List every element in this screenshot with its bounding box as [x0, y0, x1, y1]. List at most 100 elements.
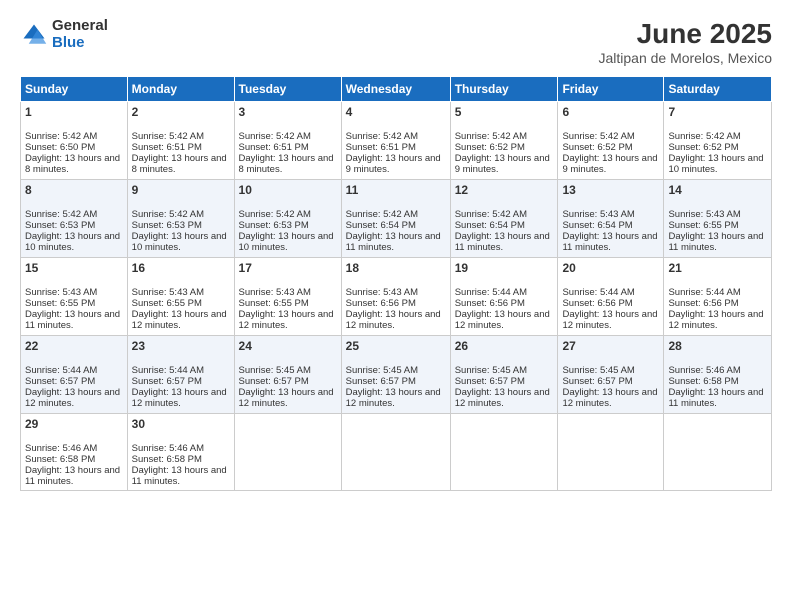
sunrise-text: Sunrise: 5:42 AM [455, 131, 527, 142]
sunset-text: Sunset: 6:53 PM [239, 220, 309, 231]
sunrise-text: Sunrise: 5:44 AM [562, 287, 634, 298]
daylight-text: Daylight: 13 hours and 10 minutes. [239, 231, 334, 253]
table-row: 21Sunrise: 5:44 AMSunset: 6:56 PMDayligh… [664, 258, 772, 336]
sunset-text: Sunset: 6:57 PM [562, 376, 632, 387]
sunset-text: Sunset: 6:53 PM [132, 220, 202, 231]
daylight-text: Daylight: 13 hours and 12 minutes. [562, 387, 657, 409]
sunrise-text: Sunrise: 5:42 AM [132, 209, 204, 220]
day-number: 15 [25, 261, 123, 275]
calendar-row: 1Sunrise: 5:42 AMSunset: 6:50 PMDaylight… [21, 102, 772, 180]
calendar-row: 8Sunrise: 5:42 AMSunset: 6:53 PMDaylight… [21, 180, 772, 258]
sunset-text: Sunset: 6:53 PM [25, 220, 95, 231]
daylight-text: Daylight: 13 hours and 11 minutes. [25, 309, 120, 331]
sunset-text: Sunset: 6:58 PM [668, 376, 738, 387]
daylight-text: Daylight: 13 hours and 8 minutes. [239, 153, 334, 175]
table-row: 11Sunrise: 5:42 AMSunset: 6:54 PMDayligh… [341, 180, 450, 258]
table-row: 10Sunrise: 5:42 AMSunset: 6:53 PMDayligh… [234, 180, 341, 258]
table-row: 28Sunrise: 5:46 AMSunset: 6:58 PMDayligh… [664, 336, 772, 414]
day-number: 2 [132, 105, 230, 119]
sunrise-text: Sunrise: 5:42 AM [239, 131, 311, 142]
daylight-text: Daylight: 13 hours and 9 minutes. [455, 153, 550, 175]
table-row: 5 Sunrise: 5:42 AMSunset: 6:52 PMDaylight… [450, 102, 558, 180]
daylight-text: Daylight: 13 hours and 11 minutes. [132, 465, 227, 487]
sunset-text: Sunset: 6:51 PM [239, 142, 309, 153]
day-number: 18 [346, 261, 446, 275]
table-row: 14Sunrise: 5:43 AMSunset: 6:55 PMDayligh… [664, 180, 772, 258]
table-row: 6Sunrise: 5:42 AMSunset: 6:52 PMDaylight… [558, 102, 664, 180]
day-number: 12 [455, 183, 554, 197]
table-row: 26Sunrise: 5:45 AMSunset: 6:57 PMDayligh… [450, 336, 558, 414]
sunrise-text: Sunrise: 5:42 AM [346, 209, 418, 220]
sunset-text: Sunset: 6:58 PM [25, 454, 95, 465]
daylight-text: Daylight: 13 hours and 9 minutes. [562, 153, 657, 175]
day-number: 5 [455, 105, 554, 119]
table-row: 4Sunrise: 5:42 AMSunset: 6:51 PMDaylight… [341, 102, 450, 180]
sunrise-text: Sunrise: 5:45 AM [562, 365, 634, 376]
day-number: 26 [455, 339, 554, 353]
day-number: 19 [455, 261, 554, 275]
table-row: 12Sunrise: 5:42 AMSunset: 6:54 PMDayligh… [450, 180, 558, 258]
header: General Blue June 2025 Jaltipan de Morel… [20, 18, 772, 66]
sunset-text: Sunset: 6:57 PM [239, 376, 309, 387]
sunrise-text: Sunrise: 5:44 AM [455, 287, 527, 298]
sunrise-text: Sunrise: 5:43 AM [562, 209, 634, 220]
daylight-text: Daylight: 13 hours and 12 minutes. [346, 309, 441, 331]
col-tuesday: Tuesday [234, 77, 341, 102]
sunrise-text: Sunrise: 5:42 AM [25, 131, 97, 142]
day-number: 23 [132, 339, 230, 353]
daylight-text: Daylight: 13 hours and 10 minutes. [25, 231, 120, 253]
sunrise-text: Sunrise: 5:44 AM [25, 365, 97, 376]
sunset-text: Sunset: 6:56 PM [455, 298, 525, 309]
day-number: 14 [668, 183, 767, 197]
table-row: 23Sunrise: 5:44 AMSunset: 6:57 PMDayligh… [127, 336, 234, 414]
table-row: 1 Sunrise: 5:42 AMSunset: 6:50 PMDaylight… [21, 102, 128, 180]
logo-blue: Blue [52, 35, 108, 52]
daylight-text: Daylight: 13 hours and 11 minutes. [455, 231, 550, 253]
daylight-text: Daylight: 13 hours and 8 minutes. [25, 153, 120, 175]
logo: General Blue [20, 18, 108, 51]
table-row: 3Sunrise: 5:42 AMSunset: 6:51 PMDaylight… [234, 102, 341, 180]
daylight-text: Daylight: 13 hours and 11 minutes. [668, 231, 763, 253]
daylight-text: Daylight: 13 hours and 10 minutes. [132, 231, 227, 253]
col-saturday: Saturday [664, 77, 772, 102]
day-number: 9 [132, 183, 230, 197]
sunset-text: Sunset: 6:52 PM [455, 142, 525, 153]
daylight-text: Daylight: 13 hours and 12 minutes. [132, 309, 227, 331]
sunset-text: Sunset: 6:50 PM [25, 142, 95, 153]
sunrise-text: Sunrise: 5:42 AM [239, 209, 311, 220]
sunrise-text: Sunrise: 5:42 AM [562, 131, 634, 142]
sunset-text: Sunset: 6:57 PM [132, 376, 202, 387]
day-number: 11 [346, 183, 446, 197]
logo-general: General [52, 18, 108, 35]
sunrise-text: Sunrise: 5:43 AM [132, 287, 204, 298]
logo-text: General Blue [52, 18, 108, 51]
day-number: 1 [25, 105, 123, 119]
table-row: 2Sunrise: 5:42 AMSunset: 6:51 PMDaylight… [127, 102, 234, 180]
table-row: 29Sunrise: 5:46 AMSunset: 6:58 PMDayligh… [21, 414, 128, 491]
day-number: 25 [346, 339, 446, 353]
table-row: 9 Sunrise: 5:42 AMSunset: 6:53 PMDaylight… [127, 180, 234, 258]
sunrise-text: Sunrise: 5:43 AM [239, 287, 311, 298]
table-row [234, 414, 341, 491]
sunrise-text: Sunrise: 5:45 AM [455, 365, 527, 376]
daylight-text: Daylight: 13 hours and 9 minutes. [346, 153, 441, 175]
table-row: 17Sunrise: 5:43 AMSunset: 6:55 PMDayligh… [234, 258, 341, 336]
day-number: 28 [668, 339, 767, 353]
sunrise-text: Sunrise: 5:42 AM [132, 131, 204, 142]
day-number: 16 [132, 261, 230, 275]
table-row: 13Sunrise: 5:43 AMSunset: 6:54 PMDayligh… [558, 180, 664, 258]
daylight-text: Daylight: 13 hours and 11 minutes. [562, 231, 657, 253]
table-row: 20Sunrise: 5:44 AMSunset: 6:56 PMDayligh… [558, 258, 664, 336]
sunrise-text: Sunrise: 5:42 AM [346, 131, 418, 142]
day-number: 22 [25, 339, 123, 353]
calendar-header-row: Sunday Monday Tuesday Wednesday Thursday… [21, 77, 772, 102]
sunrise-text: Sunrise: 5:46 AM [25, 443, 97, 454]
month-title: June 2025 [598, 18, 772, 50]
table-row [341, 414, 450, 491]
sunrise-text: Sunrise: 5:46 AM [132, 443, 204, 454]
day-number: 17 [239, 261, 337, 275]
sunrise-text: Sunrise: 5:44 AM [668, 287, 740, 298]
sunset-text: Sunset: 6:54 PM [346, 220, 416, 231]
sunset-text: Sunset: 6:51 PM [132, 142, 202, 153]
day-number: 13 [562, 183, 659, 197]
